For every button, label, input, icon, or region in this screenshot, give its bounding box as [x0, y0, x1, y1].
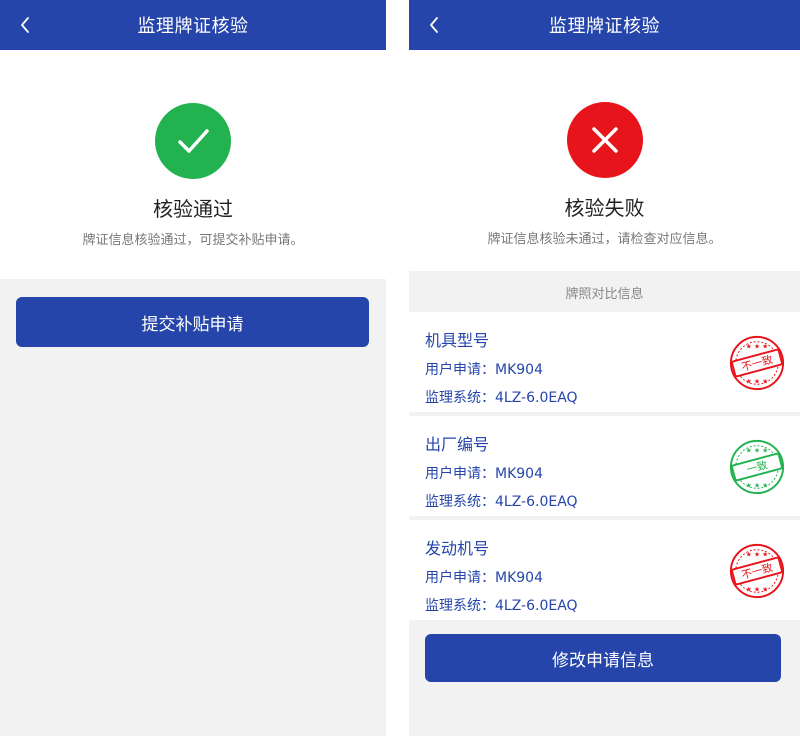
verification-fail-screen: 监理牌证核验 核验失败 牌证信息核验未通过，请检查对应信息。 牌照对比信息 机具… [409, 0, 800, 736]
status-description: 牌证信息核验通过，可提交补贴申请。 [82, 233, 304, 248]
mismatch-seal-icon: 不一致 ★ ★ ★ ★ ★ ★ [729, 543, 785, 599]
verification-success-screen: 监理牌证核验 核验通过 牌证信息核验通过，可提交补贴申请。 提交补贴申请 [0, 0, 386, 736]
screen-divider [386, 0, 409, 736]
compare-list: 机具型号 用户申请：MK904 监理系统：4LZ-6.0EAQ 不一致 ★ ★ … [409, 312, 800, 624]
svg-text:★ ★ ★: ★ ★ ★ [746, 551, 768, 559]
match-seal-icon: 一致 ★ ★ ★ ★ ★ ★ [729, 439, 785, 495]
cross-icon [591, 127, 618, 153]
success-status-circle [155, 103, 231, 179]
fail-status-circle [566, 102, 643, 178]
status-title: 核验通过 [153, 197, 233, 221]
user-apply-label: 用户申请： [425, 466, 495, 482]
submit-subsidy-button[interactable]: 提交补贴申请 [16, 297, 369, 347]
compare-item: 发动机号 用户申请：MK904 监理系统：4LZ-6.0EAQ 不一致 ★ ★ … [409, 520, 800, 620]
check-icon [178, 129, 209, 153]
nav-bar: 监理牌证核验 [0, 0, 386, 50]
back-button[interactable] [423, 14, 445, 36]
page-title: 监理牌证核验 [549, 16, 660, 37]
system-record-value: 4LZ-6.0EAQ [495, 390, 578, 406]
user-apply-value: MK904 [495, 362, 543, 378]
svg-text:★ ★ ★: ★ ★ ★ [746, 377, 768, 385]
chevron-left-icon [430, 17, 438, 33]
user-apply-value: MK904 [495, 570, 543, 586]
compare-item: 出厂编号 用户申请：MK904 监理系统：4LZ-6.0EAQ 一致 ★ ★ ★… [409, 416, 800, 516]
result-panel: 核验通过 牌证信息核验通过，可提交补贴申请。 [0, 50, 386, 279]
compare-item: 机具型号 用户申请：MK904 监理系统：4LZ-6.0EAQ 不一致 ★ ★ … [409, 312, 800, 412]
chevron-left-icon [21, 17, 29, 33]
page-title: 监理牌证核验 [137, 16, 249, 37]
nav-bar: 监理牌证核验 [409, 0, 800, 50]
user-apply-value: MK904 [495, 466, 543, 482]
user-apply-label: 用户申请： [425, 362, 495, 378]
svg-text:★ ★ ★: ★ ★ ★ [746, 343, 768, 351]
system-record-value: 4LZ-6.0EAQ [495, 494, 578, 510]
svg-text:★ ★ ★: ★ ★ ★ [746, 481, 768, 489]
user-apply-label: 用户申请： [425, 570, 495, 586]
result-panel: 核验失败 牌证信息核验未通过，请检查对应信息。 [409, 50, 800, 271]
system-record-label: 监理系统： [425, 390, 495, 406]
mismatch-seal-icon: 不一致 ★ ★ ★ ★ ★ ★ [729, 335, 785, 391]
back-button[interactable] [14, 14, 36, 36]
svg-text:★ ★ ★: ★ ★ ★ [746, 585, 768, 593]
status-title: 核验失败 [564, 196, 645, 220]
system-record-value: 4LZ-6.0EAQ [495, 598, 578, 614]
system-record-label: 监理系统： [425, 494, 495, 510]
status-description: 牌证信息核验未通过，请检查对应信息。 [487, 232, 722, 247]
compare-section-header: 牌照对比信息 [409, 272, 800, 312]
modify-application-button[interactable]: 修改申请信息 [425, 634, 781, 682]
system-record-label: 监理系统： [425, 598, 495, 614]
svg-text:★ ★ ★: ★ ★ ★ [746, 447, 768, 455]
